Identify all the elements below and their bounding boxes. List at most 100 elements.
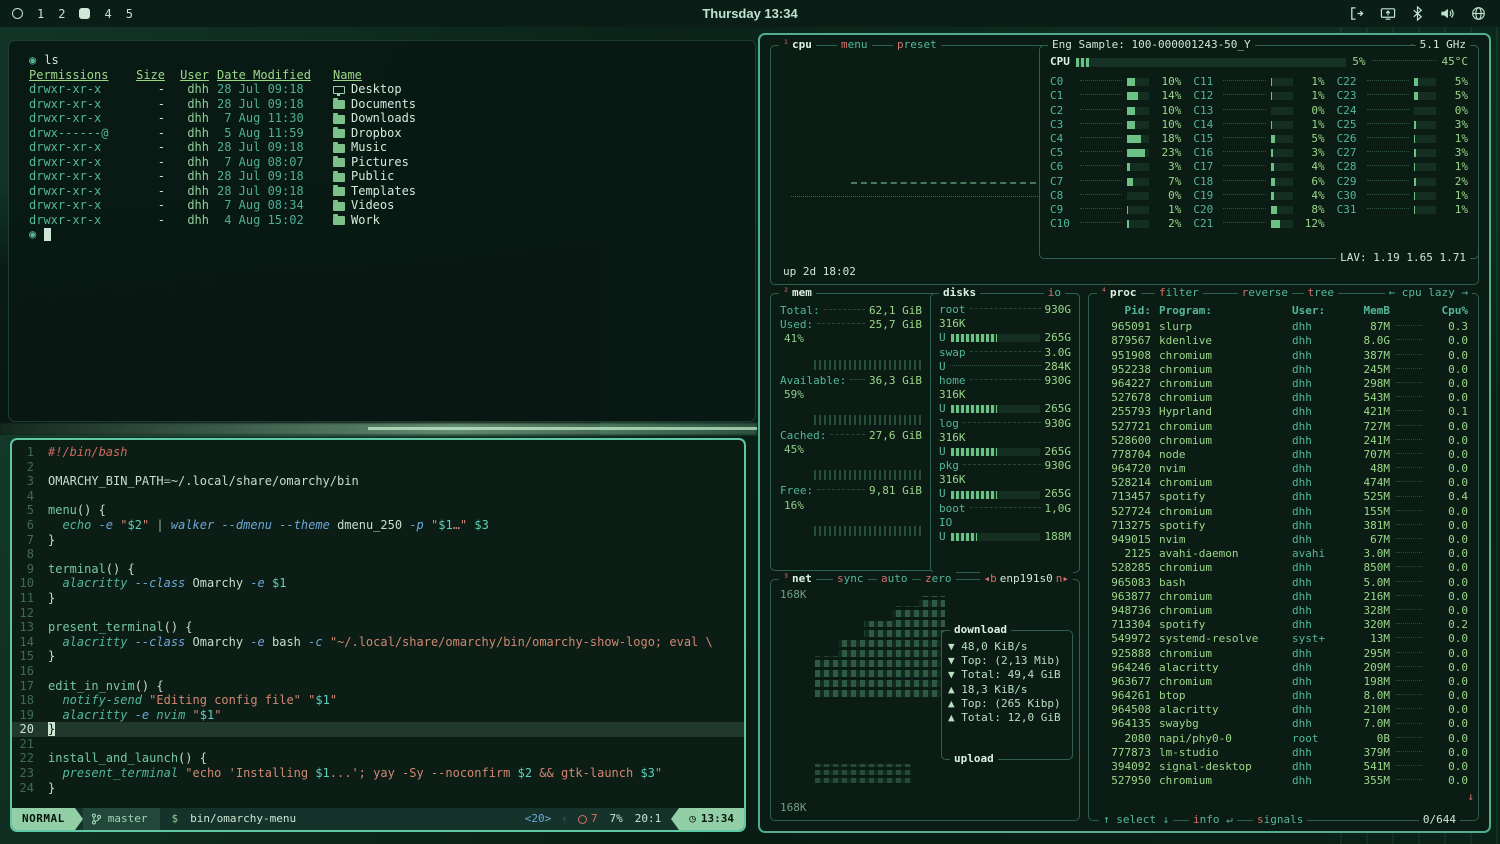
code-line[interactable]: 6 echo -e "$2" | walker --dmenu --theme …	[12, 518, 744, 533]
code-line[interactable]: 8	[12, 547, 744, 562]
process-row[interactable]: 951908chromiumdhh387M0.0	[1099, 349, 1468, 363]
code-line[interactable]: 24}	[12, 781, 744, 796]
process-row[interactable]: 964508alacrittydhh210M0.0	[1099, 703, 1468, 717]
process-row[interactable]: 713275spotifydhh381M0.0	[1099, 519, 1468, 533]
process-pid: 964227	[1099, 377, 1151, 391]
header-cpu[interactable]: Cpu%	[1428, 304, 1468, 318]
process-row[interactable]: 2125avahi-daemonavahi3.0M0.0	[1099, 547, 1468, 561]
code-line[interactable]: 5menu() {	[12, 503, 744, 518]
logout-icon[interactable]	[1349, 6, 1364, 21]
process-row[interactable]: 713304spotifydhh320M0.2	[1099, 618, 1468, 632]
code-line[interactable]: 14 alacritty --class Omarchy -e bash -c …	[12, 635, 744, 650]
code-line[interactable]: 2	[12, 460, 744, 475]
process-row[interactable]: 964261btopdhh8.0M0.0	[1099, 689, 1468, 703]
process-row[interactable]: 965083bashdhh5.0M0.0	[1099, 576, 1468, 590]
scroll-down-indicator[interactable]: ↓	[1467, 790, 1474, 804]
code-line[interactable]: 7}	[12, 533, 744, 548]
code-line[interactable]: 15}	[12, 649, 744, 664]
code-line[interactable]: 1#!/bin/bash	[12, 445, 744, 460]
signals-hint[interactable]: signals	[1253, 813, 1307, 828]
mem-stat-percent-row: 45%	[780, 443, 922, 457]
workspace-4[interactable]: 4	[104, 7, 111, 21]
process-row[interactable]: 964135swaybgdhh7.0M0.0	[1099, 717, 1468, 731]
process-row[interactable]: 528600chromiumdhh241M0.0	[1099, 434, 1468, 448]
code-line[interactable]: 10 alacritty --class Omarchy -e $1	[12, 576, 744, 591]
tree-view-button[interactable]: tree	[1304, 286, 1339, 301]
process-row[interactable]: 255793Hyprlanddhh421M0.1	[1099, 405, 1468, 419]
info-hint[interactable]: info ↵	[1189, 813, 1237, 828]
process-row[interactable]: 549972systemd-resolvesyst+13M0.0	[1099, 632, 1468, 646]
workspace-5[interactable]: 5	[126, 7, 133, 21]
volume-icon[interactable]	[1439, 6, 1455, 21]
select-hint[interactable]: ↑ select ↓	[1099, 813, 1173, 828]
process-row[interactable]: 964227chromiumdhh298M0.0	[1099, 377, 1468, 391]
preset-button[interactable]: preset	[893, 38, 941, 53]
header-program[interactable]: Program:	[1151, 304, 1292, 318]
filter-button[interactable]: filter	[1155, 286, 1203, 301]
globe-icon[interactable]	[1471, 6, 1486, 21]
process-cpu: 0.0	[1428, 774, 1468, 788]
workspace-1[interactable]: 1	[37, 7, 44, 21]
net-sync-toggle[interactable]: sync	[833, 572, 868, 587]
process-mini-graph	[1396, 524, 1422, 525]
code-line[interactable]: 13present_terminal() {	[12, 620, 744, 635]
file-permissions: drwx------@	[29, 126, 135, 141]
process-row[interactable]: 948736chromiumdhh328M0.0	[1099, 604, 1468, 618]
code-line[interactable]: 17edit_in_nvim() {	[12, 679, 744, 694]
process-row[interactable]: 777873lm-studiodhh379M0.0	[1099, 746, 1468, 760]
iface-prev-button[interactable]: ◂b	[984, 572, 997, 586]
process-row[interactable]: 952238chromiumdhh245M0.0	[1099, 363, 1468, 377]
code-area[interactable]: 1#!/bin/bash23OMARCHY_BIN_PATH=~/.local/…	[12, 440, 744, 808]
net-auto-toggle[interactable]: auto	[877, 572, 912, 587]
process-row[interactable]: 963677chromiumdhh198M0.0	[1099, 675, 1468, 689]
code-line[interactable]: 20}	[12, 722, 744, 737]
process-row[interactable]: 925888chromiumdhh295M0.0	[1099, 647, 1468, 661]
code-line[interactable]: 12	[12, 606, 744, 621]
code-line[interactable]: 22install_and_launch() {	[12, 751, 744, 766]
process-row[interactable]: 528214chromiumdhh474M0.0	[1099, 476, 1468, 490]
process-row[interactable]: 527950chromiumdhh355M0.0	[1099, 774, 1468, 788]
reverse-sort-button[interactable]: reverse	[1238, 286, 1292, 301]
bluetooth-icon[interactable]	[1412, 6, 1423, 21]
code-line[interactable]: 18 notify-send "Editing config file" "$1…	[12, 693, 744, 708]
code-line[interactable]: 11}	[12, 591, 744, 606]
btop-window[interactable]: ¹ cpu menu preset 13:34:55 - 2000ms + up…	[758, 33, 1491, 833]
workspace-2[interactable]: 2	[58, 7, 65, 21]
code-line[interactable]: 3OMARCHY_BIN_PATH=~/.local/share/omarchy…	[12, 474, 744, 489]
code-line[interactable]: 16	[12, 664, 744, 679]
process-row[interactable]: 778704nodedhh707M0.0	[1099, 448, 1468, 462]
header-memb[interactable]: MemB	[1340, 304, 1390, 318]
process-row[interactable]: 879567kdenlivedhh8.0G0.0	[1099, 334, 1468, 348]
code-line[interactable]: 4	[12, 489, 744, 504]
editor-window[interactable]: 1#!/bin/bash23OMARCHY_BIN_PATH=~/.local/…	[10, 438, 746, 832]
process-row[interactable]: 965091slurpdhh87M0.3	[1099, 320, 1468, 334]
process-pid: 965091	[1099, 320, 1151, 334]
workspace-3-active-icon[interactable]	[79, 8, 90, 19]
header-pid[interactable]: Pid:	[1099, 304, 1151, 318]
code-line[interactable]: 19 alacritty -e nvim "$1"	[12, 708, 744, 723]
iface-next-button[interactable]: n▸	[1056, 572, 1069, 586]
process-name: spotify	[1151, 490, 1292, 504]
menu-button[interactable]: menu	[837, 38, 872, 53]
process-row[interactable]: 964720nvimdhh48M0.0	[1099, 462, 1468, 476]
process-row[interactable]: 2080napi/phy0-0root0B0.0	[1099, 732, 1468, 746]
code-line[interactable]: 21	[12, 737, 744, 752]
launcher-icon[interactable]	[12, 8, 23, 19]
process-row[interactable]: 713457spotifydhh525M0.4	[1099, 490, 1468, 504]
net-zero-toggle[interactable]: zero	[921, 572, 956, 587]
header-user[interactable]: User:	[1292, 304, 1340, 318]
process-row[interactable]: 963877chromiumdhh216M0.0	[1099, 590, 1468, 604]
process-row[interactable]: 527678chromiumdhh543M0.0	[1099, 391, 1468, 405]
io-mode-toggle[interactable]: io	[1044, 286, 1065, 301]
code-line[interactable]: 9terminal() {	[12, 562, 744, 577]
process-row[interactable]: 949015nvimdhh67M0.0	[1099, 533, 1468, 547]
process-row[interactable]: 527724chromiumdhh155M0.0	[1099, 505, 1468, 519]
terminal-window[interactable]: ◉ ls Permissions Size User Date Modified…	[8, 40, 756, 422]
process-row[interactable]: 527721chromiumdhh727M0.0	[1099, 420, 1468, 434]
process-row[interactable]: 964246alacrittydhh209M0.0	[1099, 661, 1468, 675]
sort-column-selector[interactable]: ← cpu lazy →	[1385, 286, 1472, 301]
screenshare-icon[interactable]	[1380, 6, 1396, 21]
process-row[interactable]: 528285chromiumdhh850M0.0	[1099, 561, 1468, 575]
code-line[interactable]: 23 present_terminal "echo 'Installing $1…	[12, 766, 744, 781]
process-row[interactable]: 394092signal-desktopdhh541M0.0	[1099, 760, 1468, 774]
